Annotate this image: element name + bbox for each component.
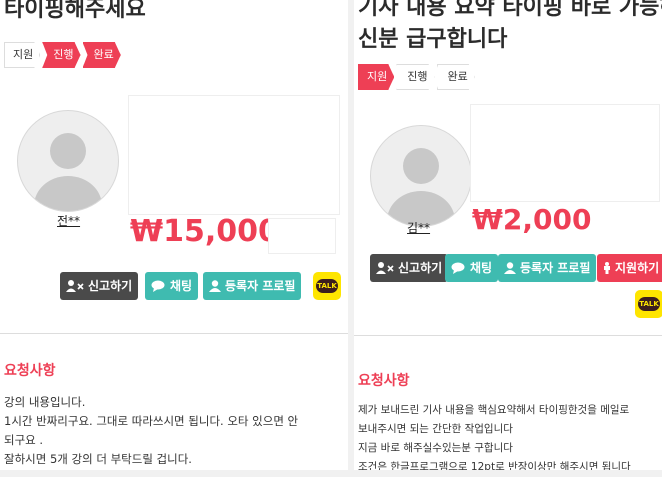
apply-label: 지원하기 xyxy=(615,261,660,275)
section-title: 요청사항 xyxy=(358,373,410,389)
progress-steps: 지원 진행 완료 xyxy=(358,64,477,90)
progress-steps: 지원 진행 완료 xyxy=(4,42,123,68)
job-card-left: 타이핑해주세요 지원 진행 완료 전** ₩15,000 신고하기 채팅 등록자… xyxy=(0,0,348,470)
chat-icon xyxy=(151,280,165,292)
user-placeholder-icon xyxy=(34,133,102,211)
request-body: 제가 보내드린 기사 내용을 핵심요약해서 타이핑한것을 메일로 보내주시면 되… xyxy=(358,401,631,470)
kakao-talk-button[interactable]: TALK xyxy=(313,272,341,300)
user-icon xyxy=(504,262,516,274)
step-complete: 완료 xyxy=(437,64,475,90)
body-line: 제가 보내드린 기사 내용을 핵심요약해서 타이핑한것을 메일로 xyxy=(358,404,630,416)
section-title: 요청사항 xyxy=(4,363,56,379)
job-title-line-2: 신분 급구합니다 xyxy=(358,27,508,52)
kakao-talk-icon: TALK xyxy=(638,297,660,311)
report-label: 신고하기 xyxy=(398,261,443,275)
step-progress: 진행 xyxy=(42,42,80,68)
profile-label: 등록자 프로필 xyxy=(520,261,591,275)
body-line: 1시간 반짜리구요. 그대로 따라쓰시면 됩니다. 오타 있으면 안 xyxy=(4,414,299,428)
step-apply: 지원 xyxy=(4,42,40,68)
divider xyxy=(354,335,662,336)
price: ₩2,000 xyxy=(472,203,592,236)
report-label: 신고하기 xyxy=(88,279,133,293)
kakao-talk-button[interactable]: TALK xyxy=(635,290,662,318)
body-line: 되구요 . xyxy=(4,433,44,447)
avatar[interactable] xyxy=(17,110,119,212)
user-name-link[interactable]: 전** xyxy=(57,212,80,229)
body-line: 잘하시면 5개 강의 더 부탁드릴 겁니다. xyxy=(4,452,192,466)
chat-button[interactable]: 채팅 xyxy=(145,272,199,300)
chat-label: 채팅 xyxy=(470,261,493,275)
body-line: 보내주시면 되는 간단한 작업입니다 xyxy=(358,423,513,435)
job-image xyxy=(128,95,340,215)
profile-label: 등록자 프로필 xyxy=(225,279,296,293)
user-name-link[interactable]: 김** xyxy=(407,219,430,236)
profile-button[interactable]: 등록자 프로필 xyxy=(203,272,302,300)
body-line: 강의 내용입니다. xyxy=(4,395,86,409)
body-line: 조건은 한글프로그램으로 12pt로 반장이상만 해주시면 됩니다 xyxy=(358,461,631,470)
request-body: 강의 내용입니다. 1시간 반짜리구요. 그대로 따라쓰시면 됩니다. 오타 있… xyxy=(4,393,298,469)
user-x-icon xyxy=(376,262,394,274)
step-apply: 지원 xyxy=(358,64,394,90)
chat-button[interactable]: 채팅 xyxy=(445,254,499,282)
job-image xyxy=(470,104,660,202)
chat-label: 채팅 xyxy=(170,279,193,293)
report-button[interactable]: 신고하기 xyxy=(60,272,139,300)
kakao-talk-icon: TALK xyxy=(316,279,338,293)
step-progress: 진행 xyxy=(396,64,434,90)
avatar[interactable] xyxy=(370,125,472,227)
user-placeholder-icon xyxy=(387,148,455,226)
job-card-right: 기사 내용 요약 타이핑 바로 가능하 신분 급구합니다 지원 진행 완료 김*… xyxy=(354,0,662,470)
step-complete: 완료 xyxy=(83,42,121,68)
body-line: 지금 바로 해주실수있는분 구합니다 xyxy=(358,442,513,454)
price: ₩15,000 xyxy=(130,214,279,249)
apply-button[interactable]: 지원하기 xyxy=(597,254,662,282)
report-button[interactable]: 신고하기 xyxy=(370,254,449,282)
divider xyxy=(0,333,348,334)
chat-icon xyxy=(451,262,465,274)
person-icon xyxy=(604,262,610,274)
profile-button[interactable]: 등록자 프로필 xyxy=(498,254,597,282)
job-title-line-1: 기사 내용 요약 타이핑 바로 가능하 xyxy=(358,0,662,20)
price-extra-box xyxy=(268,218,336,254)
user-x-icon xyxy=(66,280,84,292)
user-icon xyxy=(209,280,221,292)
job-title: 타이핑해주세요 xyxy=(4,0,146,22)
